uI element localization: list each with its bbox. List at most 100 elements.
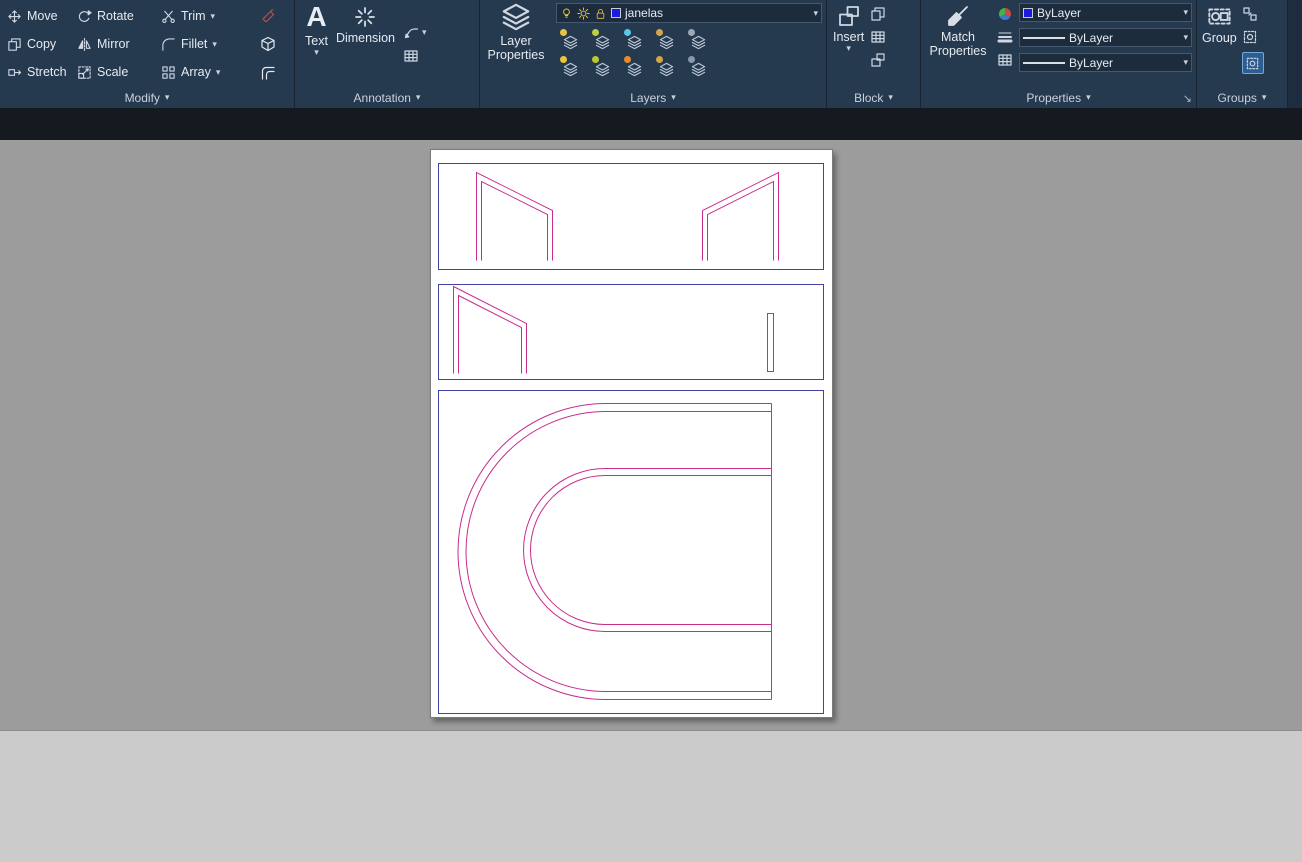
fillet-label: Fillet bbox=[181, 37, 207, 51]
layer-on-button[interactable] bbox=[558, 56, 582, 77]
layers-stack-icon bbox=[626, 35, 643, 50]
transparency-icon[interactable] bbox=[997, 52, 1013, 68]
scale-button[interactable]: Scale bbox=[74, 58, 158, 86]
chevron-down-icon: ▾ bbox=[216, 68, 221, 77]
ribbon-panel-annotation: A Text ▾ Dimension ▾ Annotation▾ bbox=[295, 0, 480, 108]
stretch-label: Stretch bbox=[27, 65, 67, 79]
window-jamb-middle-right[interactable] bbox=[768, 314, 774, 372]
layers-stack-icon bbox=[562, 35, 579, 50]
dimension-label: Dimension bbox=[336, 31, 395, 45]
panel-label-annotation[interactable]: Annotation▾ bbox=[295, 87, 479, 108]
copy-button[interactable]: Copy bbox=[4, 30, 74, 58]
move-label: Move bbox=[27, 9, 58, 23]
panel-label-layers[interactable]: Layers▾ bbox=[480, 87, 826, 108]
table-icon bbox=[403, 48, 419, 64]
layer-freeze-button[interactable] bbox=[622, 29, 646, 50]
layers-stack-icon bbox=[658, 62, 675, 77]
block-editor-icon[interactable] bbox=[870, 52, 886, 68]
chevron-down-icon: ▾ bbox=[1262, 93, 1267, 102]
fillet-button[interactable]: Fillet ▾ bbox=[158, 30, 256, 58]
text-button[interactable]: A Text ▾ bbox=[305, 2, 328, 87]
lineweight-dropdown[interactable]: ByLayer ▾ bbox=[1019, 53, 1192, 72]
layout-rectangle-bottom[interactable] bbox=[439, 391, 824, 714]
text-label: Text bbox=[305, 34, 328, 48]
mirror-button[interactable]: Mirror bbox=[74, 30, 158, 58]
layout-rectangle-middle[interactable] bbox=[439, 285, 824, 380]
panel-label-groups[interactable]: Groups▾ bbox=[1197, 87, 1287, 108]
insert-button[interactable]: Insert ▾ bbox=[833, 2, 864, 87]
window-elevation-top-right[interactable] bbox=[703, 173, 779, 261]
trim-icon bbox=[161, 9, 176, 24]
layer-unlock-button[interactable] bbox=[654, 56, 678, 77]
window-elevation-top-left[interactable] bbox=[477, 173, 553, 261]
scale-icon bbox=[77, 65, 92, 80]
layers-stack-icon bbox=[594, 35, 611, 50]
panel-label-block[interactable]: Block▾ bbox=[827, 87, 920, 108]
layer-match-button[interactable] bbox=[686, 29, 710, 50]
drawing-paper[interactable] bbox=[430, 149, 833, 718]
group-selection-icon bbox=[1245, 56, 1260, 71]
match-properties-button[interactable]: Match Properties bbox=[925, 2, 991, 87]
rotate-button[interactable]: Rotate bbox=[74, 2, 158, 30]
layer-unlock-icon bbox=[594, 7, 607, 20]
group-edit-icon[interactable] bbox=[1242, 29, 1258, 45]
layers-stack-icon bbox=[594, 62, 611, 77]
window-elevation-middle-left[interactable] bbox=[454, 287, 527, 374]
drawing-viewport[interactable] bbox=[0, 140, 1302, 730]
group-selection-toggle[interactable] bbox=[1242, 52, 1264, 74]
drawing-canvas[interactable] bbox=[431, 150, 834, 719]
layer-off-button[interactable] bbox=[590, 56, 614, 77]
trim-button[interactable]: Trim▾ bbox=[158, 2, 256, 30]
array-icon bbox=[161, 65, 176, 80]
object-color-dropdown[interactable]: ByLayer ▾ bbox=[1019, 3, 1192, 22]
ribbon-panel-groups: Group Groups▾ bbox=[1197, 0, 1288, 108]
layer-isolate-button[interactable] bbox=[558, 29, 582, 50]
dimension-button[interactable]: Dimension bbox=[336, 2, 395, 87]
layer-properties-button[interactable]: Layer Properties bbox=[484, 2, 548, 87]
annotation-panel-title: Annotation bbox=[354, 91, 411, 105]
ribbon: Move Rotate Trim▾ Copy Mirror Fillet ▾ St… bbox=[0, 0, 1302, 108]
layer-dropdown[interactable]: janelas ▾ bbox=[556, 3, 822, 23]
block-attributes-icon[interactable] bbox=[870, 29, 886, 45]
layer-thaw-sun-icon bbox=[577, 7, 590, 20]
ungroup-icon[interactable] bbox=[1242, 6, 1258, 22]
panel-label-modify[interactable]: Modify▾ bbox=[0, 87, 294, 108]
chevron-down-icon: ▾ bbox=[212, 40, 217, 49]
layer-unisolate-button[interactable] bbox=[590, 29, 614, 50]
stretch-button[interactable]: Stretch bbox=[4, 58, 74, 86]
group-label: Group bbox=[1202, 31, 1237, 45]
layer-thaw-all-button[interactable] bbox=[622, 56, 646, 77]
lower-workspace-area bbox=[0, 730, 1302, 862]
chevron-down-icon: ▾ bbox=[1183, 8, 1188, 17]
panel-label-properties[interactable]: Properties▾ bbox=[921, 87, 1196, 108]
insert-label: Insert bbox=[833, 30, 864, 44]
layers-panel-title: Layers bbox=[630, 91, 666, 105]
create-block-icon[interactable] bbox=[870, 6, 886, 22]
explode-icon[interactable] bbox=[260, 36, 276, 52]
offset-icon[interactable] bbox=[260, 65, 276, 81]
erase-icon[interactable] bbox=[260, 6, 276, 22]
color-wheel-icon[interactable] bbox=[997, 6, 1013, 22]
ribbon-panel-block: Insert ▾ Block▾ bbox=[827, 0, 921, 108]
ribbon-panel-properties: Match Properties ByLayer ▾ ByLayer ▾ bbox=[921, 0, 1197, 108]
insert-block-icon bbox=[837, 4, 861, 28]
arched-detail-drawing[interactable] bbox=[458, 404, 772, 700]
multileader-button[interactable]: ▾ bbox=[403, 24, 427, 40]
layer-walk-button[interactable] bbox=[686, 56, 710, 77]
table-button[interactable] bbox=[403, 48, 427, 64]
linetype-dropdown[interactable]: ByLayer ▾ bbox=[1019, 28, 1192, 47]
array-button[interactable]: Array▾ bbox=[158, 58, 256, 86]
dimension-icon bbox=[353, 5, 377, 29]
lineweight-icon[interactable] bbox=[997, 29, 1013, 45]
rotate-label: Rotate bbox=[97, 9, 134, 23]
copy-label: Copy bbox=[27, 37, 56, 51]
layer-on-bulb-icon bbox=[560, 7, 573, 20]
group-button[interactable]: Group bbox=[1202, 2, 1237, 87]
panel-launcher-icon[interactable]: ↘ bbox=[1183, 92, 1192, 105]
chevron-down-icon: ▾ bbox=[813, 9, 818, 18]
block-panel-title: Block bbox=[854, 91, 883, 105]
move-button[interactable]: Move bbox=[4, 2, 74, 30]
lineweight-value: ByLayer bbox=[1069, 56, 1113, 70]
layer-lock-button[interactable] bbox=[654, 29, 678, 50]
current-layer-name: janelas bbox=[625, 6, 663, 20]
